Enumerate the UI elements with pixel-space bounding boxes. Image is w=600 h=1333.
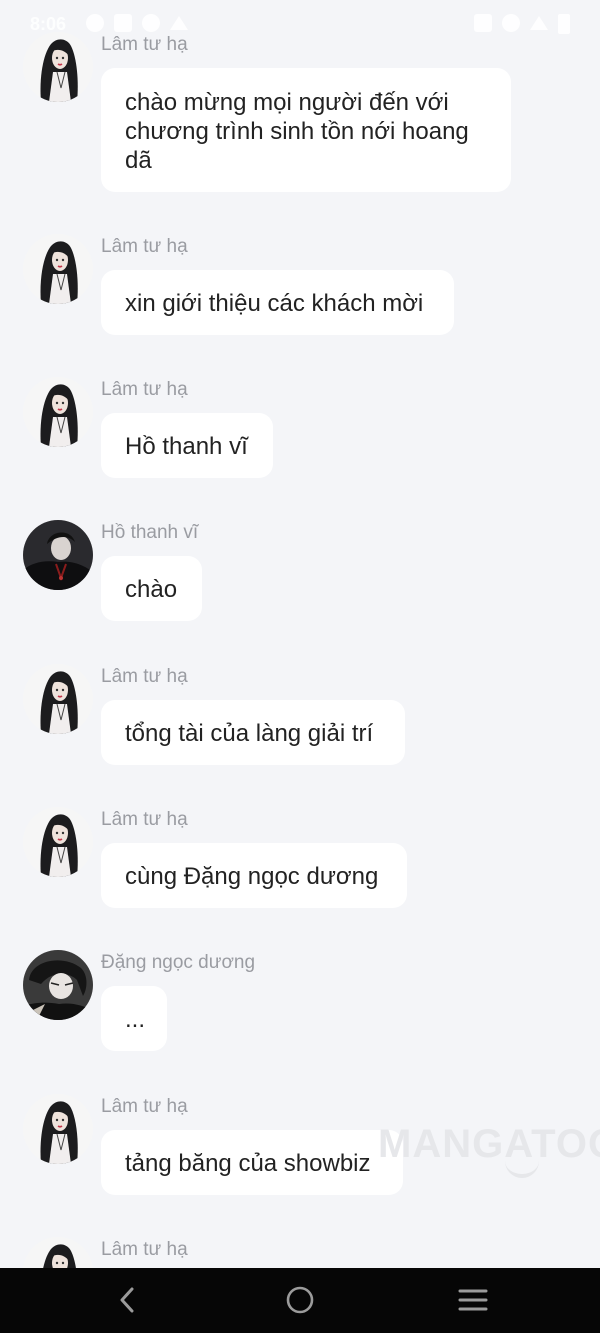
sender-name: Lâm tư hạ	[101, 379, 188, 400]
avatar[interactable]	[23, 520, 93, 590]
message-bubble[interactable]: tảng băng của showbiz	[101, 1130, 403, 1195]
menu-icon	[458, 1289, 488, 1311]
avatar[interactable]	[23, 377, 93, 447]
avatar[interactable]	[23, 807, 93, 877]
sender-name: Lâm tư hạ	[101, 666, 188, 687]
navigation-bar	[0, 1268, 600, 1333]
message-bubble[interactable]: chào mừng mọi người đến với chương trình…	[101, 68, 511, 192]
sender-name: Lâm tư hạ	[101, 236, 188, 257]
home-button[interactable]	[280, 1280, 320, 1320]
sender-name: Lâm tư hạ	[101, 34, 188, 55]
chat-thread[interactable]: Lâm tư hạ chào mừng mọi người đến với ch…	[0, 0, 600, 1268]
watermark: MANGATOON	[378, 1122, 600, 1166]
back-icon	[120, 1287, 134, 1313]
avatar[interactable]	[23, 1237, 93, 1268]
sender-name: Lâm tư hạ	[101, 1239, 188, 1260]
avatar[interactable]	[23, 234, 93, 304]
avatar[interactable]	[23, 1094, 93, 1164]
back-button[interactable]	[107, 1280, 147, 1320]
message-bubble[interactable]: Hồ thanh vĩ	[101, 413, 273, 478]
message-bubble[interactable]: chào	[101, 556, 202, 621]
sender-name: Lâm tư hạ	[101, 809, 188, 830]
home-icon	[286, 1286, 314, 1314]
sender-name: Lâm tư hạ	[101, 1096, 188, 1117]
watermark-smile-icon	[505, 1160, 539, 1178]
avatar[interactable]	[23, 32, 93, 102]
message-bubble[interactable]: tổng tài của làng giải trí	[101, 700, 405, 765]
avatar[interactable]	[23, 664, 93, 734]
avatar[interactable]	[23, 950, 93, 1020]
message-bubble[interactable]: cùng Đặng ngọc dương	[101, 843, 407, 908]
sender-name: Đặng ngọc dương	[101, 952, 256, 973]
recents-button[interactable]	[453, 1280, 493, 1320]
message-bubble[interactable]: ...	[101, 986, 167, 1051]
sender-name: Hồ thanh vĩ	[101, 522, 199, 543]
message-bubble[interactable]: xin giới thiệu các khách mời	[101, 270, 454, 335]
